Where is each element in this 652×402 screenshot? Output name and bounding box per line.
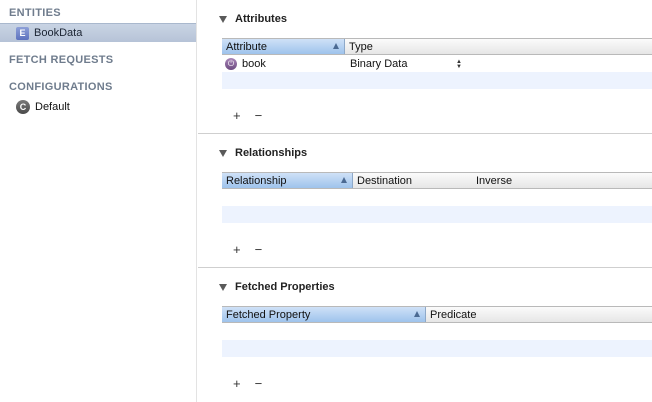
attributes-table: Attribute Type ⏻ book Binary Data ▲ ▼: [222, 38, 652, 89]
fetched-properties-section-header[interactable]: Fetched Properties: [219, 281, 335, 293]
add-relationship-button[interactable]: +: [233, 242, 241, 257]
add-attribute-button[interactable]: +: [233, 108, 241, 123]
column-header-type[interactable]: Type: [345, 39, 652, 54]
fetched-properties-table-header: Fetched Property Predicate: [222, 306, 652, 323]
attribute-name-cell[interactable]: ⏻ book: [222, 57, 345, 70]
table-row-empty: [222, 72, 652, 89]
entity-detail-pane: Attributes Attribute Type ⏻ book Binary …: [198, 0, 652, 402]
sidebar: ENTITIES E BookData FETCH REQUESTS CONFI…: [0, 0, 197, 402]
popup-arrows-icon: ▲ ▼: [456, 58, 462, 70]
table-row[interactable]: ⏻ book Binary Data ▲ ▼: [222, 55, 652, 72]
entities-section-title: ENTITIES: [9, 7, 61, 19]
relationships-add-remove: + −: [233, 242, 262, 257]
column-header-predicate[interactable]: Predicate: [426, 307, 652, 322]
table-row-empty: [222, 206, 652, 223]
relationships-table: Relationship Destination Inverse: [222, 172, 652, 223]
relationships-table-header: Relationship Destination Inverse: [222, 172, 652, 189]
fetch-requests-section-title[interactable]: FETCH REQUESTS: [9, 54, 113, 66]
column-header-inverse[interactable]: Inverse: [472, 173, 652, 188]
configuration-icon: C: [16, 99, 30, 114]
column-label: Attribute: [226, 40, 267, 53]
remove-attribute-button[interactable]: −: [255, 108, 263, 123]
remove-relationship-button[interactable]: −: [255, 242, 263, 257]
column-label: Relationship: [226, 174, 287, 187]
attribute-name: book: [242, 57, 266, 70]
add-fetched-property-button[interactable]: +: [233, 376, 241, 391]
column-header-relationship[interactable]: Relationship: [222, 173, 353, 188]
entity-icon: E: [16, 26, 29, 40]
disclosure-triangle-icon[interactable]: [219, 149, 227, 157]
column-label: Predicate: [430, 308, 477, 321]
configurations-section-title: CONFIGURATIONS: [9, 81, 113, 93]
disclosure-triangle-icon[interactable]: [219, 283, 227, 291]
core-data-model-editor: ENTITIES E BookData FETCH REQUESTS CONFI…: [0, 0, 652, 402]
column-header-destination[interactable]: Destination: [353, 173, 472, 188]
sidebar-item-label: Default: [35, 100, 70, 113]
sort-ascending-icon: [414, 311, 420, 317]
remove-fetched-property-button[interactable]: −: [255, 376, 263, 391]
section-divider: [198, 267, 652, 268]
disclosure-triangle-icon[interactable]: [219, 15, 227, 23]
fetched-properties-table: Fetched Property Predicate: [222, 306, 652, 357]
column-label: Destination: [357, 174, 413, 187]
attribute-icon: ⏻: [225, 57, 237, 70]
attributes-title: Attributes: [235, 13, 287, 25]
sidebar-item-bookdata[interactable]: E BookData: [0, 23, 196, 42]
table-row-empty: [222, 340, 652, 357]
column-header-fetched-property[interactable]: Fetched Property: [222, 307, 426, 322]
attribute-type-popup[interactable]: Binary Data ▲ ▼: [345, 58, 463, 70]
fetched-properties-title: Fetched Properties: [235, 281, 335, 293]
attributes-section-header[interactable]: Attributes: [219, 13, 287, 25]
fetched-properties-add-remove: + −: [233, 376, 262, 391]
relationships-title: Relationships: [235, 147, 308, 159]
column-label: Fetched Property: [226, 308, 311, 321]
column-header-attribute[interactable]: Attribute: [222, 39, 345, 54]
sidebar-item-label: BookData: [34, 27, 83, 39]
attributes-add-remove: + −: [233, 108, 262, 123]
sort-ascending-icon: [333, 43, 339, 49]
table-row-empty: [222, 323, 652, 340]
table-row-empty: [222, 189, 652, 206]
attributes-table-header: Attribute Type: [222, 38, 652, 55]
relationships-section-header[interactable]: Relationships: [219, 147, 308, 159]
column-label: Inverse: [476, 174, 513, 187]
attribute-type-value: Binary Data: [350, 57, 408, 70]
section-divider: [198, 133, 652, 134]
sort-ascending-icon: [341, 177, 347, 183]
sidebar-divider: [196, 0, 197, 402]
sidebar-item-default[interactable]: C Default: [0, 97, 196, 116]
column-label: Type: [349, 40, 373, 53]
